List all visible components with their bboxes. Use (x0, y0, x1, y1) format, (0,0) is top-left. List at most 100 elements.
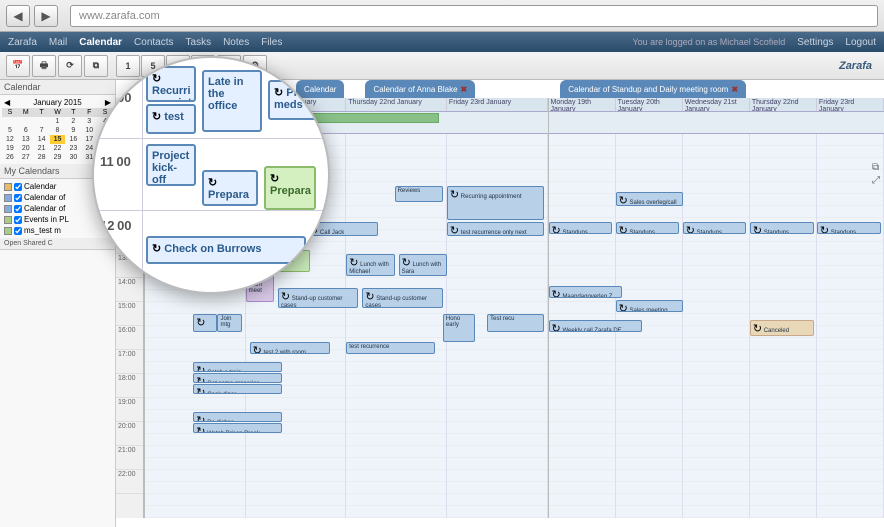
event[interactable]: Late in the office (202, 70, 262, 132)
day-header: Friday 23rd January (447, 98, 548, 111)
event[interactable]: ↻ Prepara (264, 166, 316, 210)
event[interactable]: ↻ Standups (750, 222, 814, 234)
mini-cal-day[interactable]: 1 (50, 117, 66, 126)
mini-cal-day[interactable]: 14 (34, 135, 50, 144)
url-bar[interactable]: www.zarafa.com (70, 5, 878, 27)
event[interactable]: ↻ Canceled (750, 320, 814, 336)
settings-link[interactable]: Settings (797, 37, 833, 48)
event[interactable]: ↻ Standups (683, 222, 747, 234)
day-header: Thursday 22nd January (750, 98, 817, 111)
event[interactable]: ↻ Standups (616, 222, 680, 234)
forward-button[interactable]: ▶ (34, 5, 58, 27)
back-button[interactable]: ◀ (6, 5, 30, 27)
day-header: Wednesday 21st January (683, 98, 750, 111)
event[interactable]: ↻ Cook diner (193, 384, 282, 394)
day-header: Friday 23rd January (817, 98, 884, 111)
mini-cal-day[interactable]: 7 (34, 126, 50, 135)
mini-cal-day[interactable] (2, 117, 18, 126)
new-button[interactable]: 📅 (6, 55, 30, 77)
expand-icon[interactable]: ⤢ (872, 175, 880, 186)
menu-files[interactable]: Files (261, 37, 282, 48)
event[interactable]: Join mtg (217, 314, 241, 332)
event[interactable]: Project kick-off (146, 144, 196, 186)
time-slot: 22:00 (116, 470, 143, 494)
event[interactable]: ↻ Lunch with Michael (346, 254, 394, 276)
refresh-button[interactable]: ⟳ (58, 55, 82, 77)
mini-cal-day[interactable]: 20 (18, 144, 34, 153)
event[interactable]: ↻ Stand-up customer cases (362, 288, 443, 308)
copy-icon[interactable]: ⧉ (872, 162, 880, 173)
mini-cal-day[interactable]: 23 (65, 144, 81, 153)
time-slot: 16:00 (116, 326, 143, 350)
event[interactable]: ↻ Catch a train (193, 362, 282, 372)
event[interactable]: ↻ test recurrence only next (447, 222, 544, 236)
prev-month-icon[interactable]: ◀ (4, 98, 10, 107)
event[interactable]: ↻ Standups (817, 222, 881, 234)
mini-cal-day[interactable] (34, 117, 50, 126)
mini-cal-day[interactable]: 12 (2, 135, 18, 144)
event[interactable]: ↻ test 2 with room (250, 342, 331, 354)
mini-cal-day[interactable]: 29 (50, 153, 66, 162)
mini-cal-day[interactable]: 28 (34, 153, 50, 162)
event[interactable]: ↻ Standups (549, 222, 613, 234)
mini-cal-day[interactable]: 13 (18, 135, 34, 144)
mini-cal-day[interactable] (18, 117, 34, 126)
tab-anna[interactable]: Calendar of Anna Blake✖ (365, 80, 475, 98)
time-slot: 17:00 (116, 350, 143, 374)
event[interactable]: ↻ Sales overleg/call (616, 192, 683, 206)
menu-zarafa[interactable]: Zarafa (8, 37, 37, 48)
time-label: 11 00 (100, 154, 131, 169)
day-header: Monday 19th January (549, 98, 616, 111)
menu-notes[interactable]: Notes (223, 37, 249, 48)
event[interactable]: ↻ (193, 314, 217, 332)
logout-link[interactable]: Logout (845, 37, 876, 48)
event[interactable]: ↻ test (146, 104, 196, 134)
mini-cal-day[interactable]: 5 (2, 126, 18, 135)
magnifier-overlay: 10 00 11 00 12 00 ↻ Recurri appoint ↻ te… (92, 56, 330, 294)
print-button[interactable]: 🖶 (32, 55, 56, 77)
event[interactable]: ↻ Lunch with Sara (399, 254, 447, 276)
event[interactable]: Reviews (395, 186, 443, 202)
mini-cal-day[interactable]: 27 (18, 153, 34, 162)
event[interactable]: ↻ Watch Prison Break (193, 423, 282, 433)
top-menu: Zarafa Mail Calendar Contacts Tasks Note… (0, 32, 884, 52)
close-icon[interactable]: ✖ (731, 85, 738, 94)
mini-cal-day[interactable]: 6 (18, 126, 34, 135)
mini-cal-day[interactable]: 26 (2, 153, 18, 162)
event[interactable]: ↻ Do dishes (193, 412, 282, 422)
event[interactable]: ↻ Weekly call Zarafa DE (549, 320, 643, 332)
event[interactable]: ↻ Recurri appoint (146, 66, 196, 102)
tab-standup[interactable]: Calendar of Standup and Daily meeting ro… (560, 80, 746, 98)
event[interactable]: ↻ Prep meds (268, 80, 324, 120)
event[interactable]: Test recu (487, 314, 543, 332)
browser-chrome: ◀ ▶ www.zarafa.com (0, 0, 884, 32)
event[interactable]: ↻ Recurring appointment (447, 186, 544, 220)
event[interactable]: ↻ Maandagoverleg Z (549, 286, 623, 298)
event[interactable]: test recurrence (346, 342, 435, 354)
event[interactable]: ↻ Check on Burrows (146, 236, 306, 264)
mini-cal-day[interactable]: 19 (2, 144, 18, 153)
login-text: You are logged on as Michael Scofield (632, 37, 785, 47)
mini-cal-day[interactable]: 2 (65, 117, 81, 126)
event[interactable]: ↻ Prepara (202, 170, 258, 206)
event[interactable]: ↻ Sales meeting (616, 300, 683, 312)
event[interactable]: Hono early (443, 314, 475, 342)
menu-contacts[interactable]: Contacts (134, 37, 173, 48)
mini-cal-day[interactable]: 9 (65, 126, 81, 135)
mini-cal-day[interactable]: 16 (65, 135, 81, 144)
time-slot: 20:00 (116, 422, 143, 446)
mini-cal-day[interactable]: 22 (50, 144, 66, 153)
brand-label: Zarafa (839, 60, 878, 72)
mini-cal-day[interactable]: 30 (65, 153, 81, 162)
event[interactable]: ↻ Get some groceries (193, 373, 282, 383)
mini-cal-day[interactable]: 8 (50, 126, 66, 135)
mini-cal-day[interactable]: 21 (34, 144, 50, 153)
menu-mail[interactable]: Mail (49, 37, 67, 48)
calendar-block-standup: Monday 19th January Tuesday 20th January… (548, 98, 884, 518)
close-icon[interactable]: ✖ (461, 85, 468, 94)
mini-cal-day[interactable]: 15 (50, 135, 66, 144)
menu-tasks[interactable]: Tasks (186, 37, 212, 48)
menu-calendar[interactable]: Calendar (79, 37, 122, 48)
right-icons: ⧉ ⤢ (872, 162, 880, 186)
month-label: January 2015 (33, 98, 81, 107)
